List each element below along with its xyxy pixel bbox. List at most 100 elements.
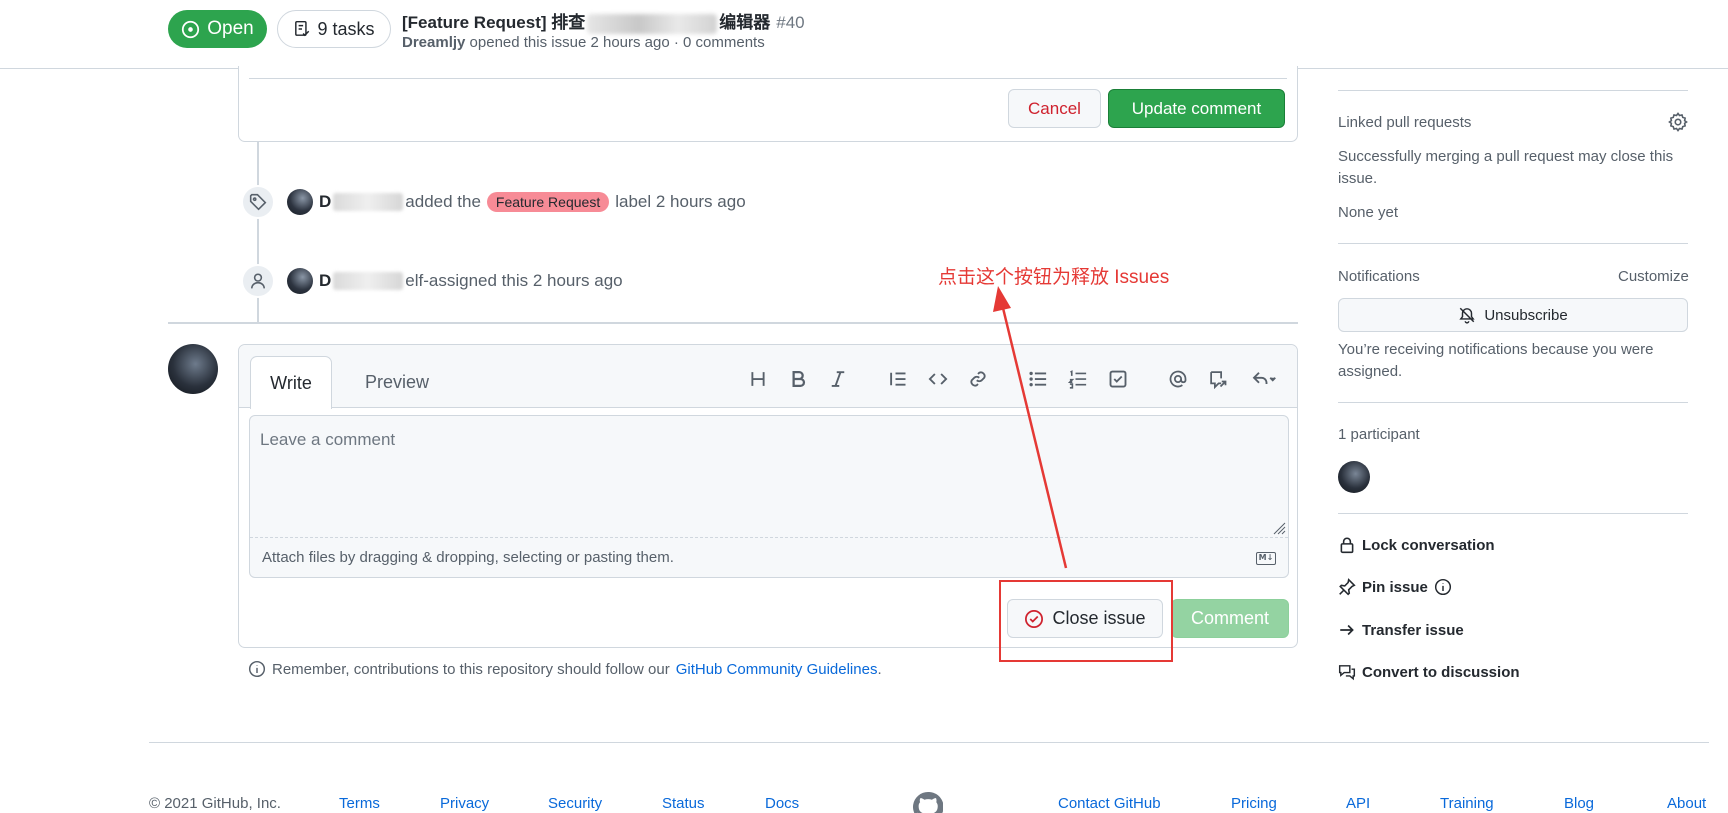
- link-icon[interactable]: [964, 365, 992, 393]
- code-icon[interactable]: [924, 365, 952, 393]
- footer-link-pricing[interactable]: Pricing: [1231, 795, 1277, 812]
- event-action: elf-assigned this 2 hours ago: [405, 271, 623, 290]
- sidebar-divider: [1338, 90, 1688, 91]
- reminder-text: Remember, contributions to this reposito…: [272, 660, 670, 678]
- avatar[interactable]: [287, 268, 313, 294]
- linked-prs-heading: Linked pull requests: [1338, 114, 1472, 131]
- pin-issue-button[interactable]: Pin issue: [1338, 578, 1452, 596]
- reminder-end: .: [877, 660, 882, 678]
- sidebar-divider: [1338, 513, 1688, 514]
- community-guidelines-link[interactable]: GitHub Community Guidelines: [676, 661, 878, 678]
- footer-link-terms[interactable]: Terms: [339, 795, 380, 812]
- feature-request-label[interactable]: Feature Request: [486, 192, 610, 212]
- arrow-right-icon: [1340, 624, 1354, 636]
- lock-icon: [1340, 537, 1354, 554]
- sidebar-divider: [1338, 402, 1688, 403]
- redacted-name: [333, 272, 404, 290]
- footer-link-api[interactable]: API: [1346, 795, 1370, 812]
- customize-link[interactable]: Customize: [1618, 268, 1689, 285]
- tasks-button[interactable]: 9 tasks: [277, 10, 391, 48]
- gear-icon[interactable]: [1668, 112, 1688, 132]
- pin-label: Pin issue: [1362, 578, 1428, 596]
- issue-title-suffix: 编辑器: [719, 13, 771, 32]
- issue-author-link[interactable]: Dreamljy: [402, 34, 465, 51]
- footer-link-security[interactable]: Security: [548, 795, 602, 812]
- tag-icon: [241, 185, 275, 219]
- footer-copyright: © 2021 GitHub, Inc.: [149, 795, 281, 812]
- participant-avatar[interactable]: [1338, 461, 1370, 493]
- footer-link-blog[interactable]: Blog: [1564, 795, 1594, 812]
- convert-label: Convert to discussion: [1362, 663, 1520, 681]
- event-author-initial[interactable]: D: [319, 271, 331, 291]
- issue-state-label: Open: [207, 18, 254, 39]
- tasklist-icon: [295, 20, 310, 37]
- attach-hint: Attach files by dragging & dropping, sel…: [262, 549, 674, 566]
- footer-link-about[interactable]: About: [1667, 795, 1706, 812]
- issue-title-prefix: [Feature Request] 排查: [402, 13, 586, 32]
- avatar[interactable]: [287, 189, 313, 215]
- event-action: added the: [405, 192, 481, 211]
- sidebar-divider: [1338, 243, 1688, 244]
- markdown-icon[interactable]: M↓: [1256, 552, 1276, 565]
- resize-handle-icon[interactable]: [1270, 519, 1286, 535]
- italic-icon[interactable]: [824, 365, 852, 393]
- transfer-label: Transfer issue: [1362, 621, 1464, 639]
- cancel-button[interactable]: Cancel: [1008, 89, 1101, 128]
- redacted-name: [333, 193, 404, 211]
- issue-state-badge: Open: [168, 10, 267, 48]
- tab-write[interactable]: Write: [250, 356, 332, 409]
- attach-files-bar[interactable]: Attach files by dragging & dropping, sel…: [250, 537, 1288, 577]
- timeline-label-event: D added the Feature Request label 2 hour…: [241, 185, 746, 219]
- comment-tabbar: Write Preview: [239, 345, 1297, 409]
- comment-textarea[interactable]: [250, 416, 1288, 536]
- issue-opened-icon: [182, 20, 200, 38]
- cross-reference-icon[interactable]: [1204, 365, 1232, 393]
- bell-slash-icon: [1459, 307, 1475, 324]
- timeline-divider: [168, 322, 1298, 324]
- reply-dropdown-icon[interactable]: [1244, 365, 1284, 393]
- linked-prs-none: None yet: [1338, 204, 1399, 221]
- ordered-list-icon[interactable]: [1064, 365, 1092, 393]
- comment-button[interactable]: Comment: [1171, 599, 1289, 638]
- footer-link-training[interactable]: Training: [1440, 795, 1494, 812]
- edit-divider: [249, 78, 1287, 79]
- unsubscribe-button[interactable]: Unsubscribe: [1338, 298, 1688, 332]
- lock-label: Lock conversation: [1362, 536, 1495, 554]
- issue-meta: Dreamljy opened this issue 2 hours ago ·…: [402, 34, 765, 51]
- edit-comment-form: Cancel Update comment: [238, 66, 1298, 142]
- issue-title: [Feature Request] 排查 编辑器 #40: [402, 8, 805, 34]
- tasks-count: 9 tasks: [317, 18, 375, 39]
- contribution-reminder: Remember, contributions to this reposito…: [248, 660, 882, 678]
- tab-preview[interactable]: Preview: [344, 356, 450, 408]
- convert-to-discussion-button[interactable]: Convert to discussion: [1338, 663, 1520, 681]
- issue-meta-text: opened this issue 2 hours ago · 0 commen…: [469, 34, 765, 51]
- comment-textarea-wrapper: Attach files by dragging & dropping, sel…: [249, 415, 1289, 578]
- github-logo-icon[interactable]: [913, 792, 943, 813]
- info-icon[interactable]: [1434, 578, 1452, 596]
- linked-prs-description: Successfully merging a pull request may …: [1338, 148, 1674, 187]
- footer-link-docs[interactable]: Docs: [765, 795, 799, 812]
- comment-discussion-icon: [1338, 665, 1356, 681]
- person-icon: [241, 264, 275, 298]
- lock-conversation-button[interactable]: Lock conversation: [1338, 536, 1495, 554]
- mention-icon[interactable]: [1164, 365, 1192, 393]
- footer-divider: [149, 742, 1709, 743]
- quote-icon[interactable]: [884, 365, 912, 393]
- footer-link-status[interactable]: Status: [662, 795, 705, 812]
- heading-icon[interactable]: [744, 365, 772, 393]
- unordered-list-icon[interactable]: [1024, 365, 1052, 393]
- event-suffix: label 2 hours ago: [615, 192, 746, 211]
- footer-link-privacy[interactable]: Privacy: [440, 795, 489, 812]
- pin-icon: [1339, 578, 1356, 596]
- timeline-assign-event: Delf-assigned this 2 hours ago: [241, 264, 623, 298]
- participants-heading: 1 participant: [1338, 426, 1420, 443]
- annotation-highlight-box: [999, 580, 1173, 662]
- bold-icon[interactable]: [784, 365, 812, 393]
- info-icon: [248, 660, 266, 678]
- footer-link-contact[interactable]: Contact GitHub: [1058, 795, 1161, 812]
- transfer-issue-button[interactable]: Transfer issue: [1338, 621, 1464, 639]
- event-author-initial[interactable]: D: [319, 192, 331, 212]
- current-user-avatar[interactable]: [168, 344, 218, 394]
- task-list-icon[interactable]: [1104, 365, 1132, 393]
- update-comment-button[interactable]: Update comment: [1108, 89, 1285, 128]
